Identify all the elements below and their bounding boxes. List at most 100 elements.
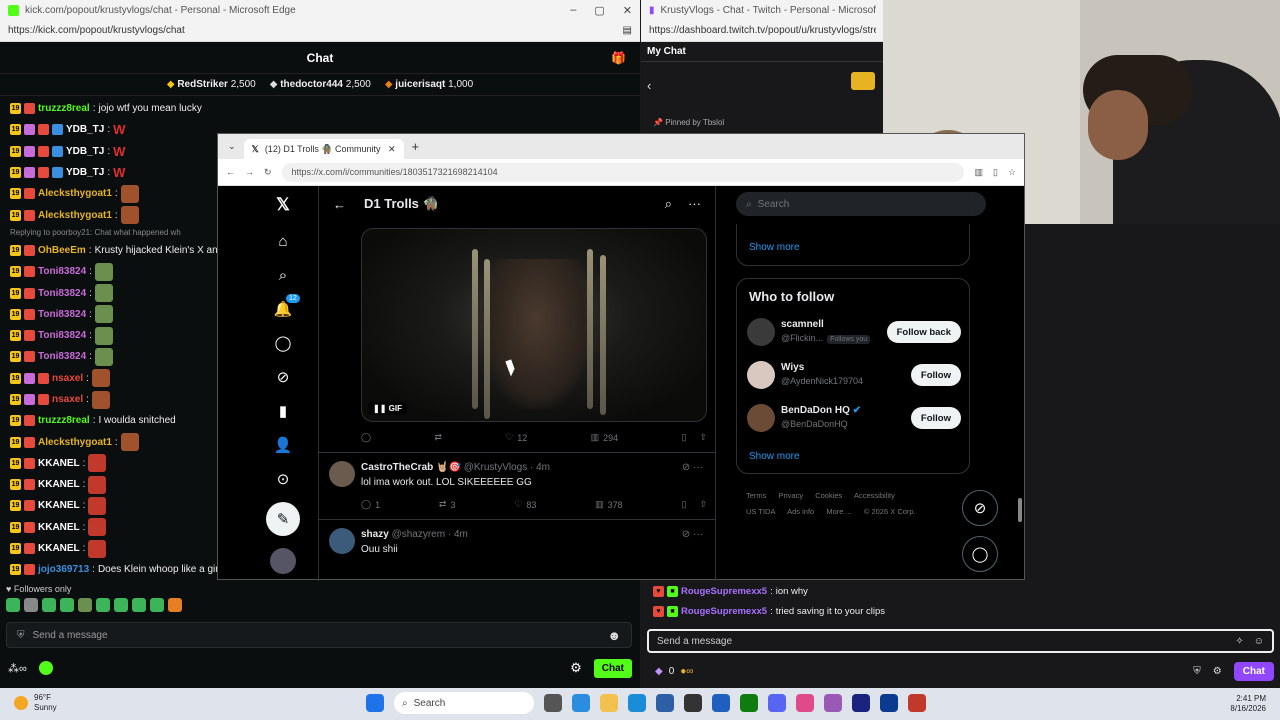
messages-icon[interactable]: ◯ [272, 332, 294, 354]
compose-post-icon[interactable]: ✎ [266, 502, 300, 536]
chat-username[interactable]: KKANEL [38, 479, 80, 490]
split-screen-icon[interactable]: ▯ [993, 167, 998, 178]
task-view-icon[interactable] [544, 694, 562, 712]
chat-username[interactable]: KKANEL [38, 543, 80, 554]
x-search-input[interactable]: ⌕ Search [736, 192, 986, 216]
follow-suggestion[interactable]: BenDaDon HQ ✔ @BenDaDonHQ Follow [747, 403, 961, 433]
kick-address-bar[interactable]: https://kick.com/popout/krustyvlogs/chat… [0, 20, 640, 42]
tweet-avatar[interactable] [329, 528, 355, 554]
views-button[interactable]: ▥ 294 [591, 432, 619, 443]
app-icon[interactable] [908, 694, 926, 712]
tab-close-icon[interactable]: ✕ [388, 144, 396, 155]
back-arrow-icon[interactable]: ← [333, 197, 346, 212]
share-icon[interactable]: ⇧ [699, 432, 707, 443]
chat-username[interactable]: nsaxel [52, 373, 83, 384]
leader-item[interactable]: ◆ thedoctor444 2,500 [270, 79, 371, 90]
emote-icon[interactable] [168, 598, 182, 612]
emote-image[interactable] [91, 369, 110, 388]
footer-link[interactable]: US TIDA [746, 507, 775, 516]
tweet-avatar[interactable] [329, 461, 355, 487]
new-tab-icon[interactable]: + [412, 139, 420, 154]
gif-badge[interactable]: ❚❚ GIF [368, 402, 407, 415]
follow-button[interactable]: Follow [910, 407, 961, 429]
footer-link[interactable]: Accessibility [854, 491, 895, 500]
favorite-star-icon[interactable]: ☆ [1008, 167, 1016, 178]
kick-chat-button[interactable]: Chat [593, 658, 632, 678]
explore-search-icon[interactable]: ⌕ [272, 264, 294, 286]
predictions-icon[interactable]: ●∞ [680, 666, 693, 677]
like-button[interactable]: ♡ 12 [505, 432, 527, 443]
chat-username[interactable]: Toni83824 [38, 351, 86, 362]
twitch-chat-button[interactable]: Chat [1233, 661, 1274, 681]
chat-username[interactable]: YDB_TJ [66, 167, 104, 178]
store-icon[interactable] [656, 694, 674, 712]
follow-suggestion[interactable]: Wiys @AydenNick179704 Follow [747, 360, 961, 390]
tweet[interactable]: shazy @shazyrem · 4m ⊘ ··· Ouu shii [319, 519, 715, 581]
who-to-follow-show-more[interactable]: Show more [749, 451, 800, 462]
weather-widget[interactable]: 96°F Sunny [14, 693, 57, 713]
back-chevron-icon[interactable]: ‹ [647, 78, 651, 93]
emote-icon[interactable] [96, 598, 110, 612]
chat-username[interactable]: truzzz8real [38, 103, 90, 114]
more-options-icon[interactable]: ··· [688, 196, 701, 212]
tweet[interactable]: CastroTheCrab 🤘🏼🎯 @KrustyVlogs · 4m ⊘ ··… [319, 452, 715, 518]
x-scrollbar[interactable] [1018, 498, 1022, 522]
twitch-message-input[interactable]: Send a message ✧ ☺ [647, 629, 1274, 653]
tweet-more-icon[interactable]: ⊘ ··· [682, 462, 703, 473]
tweet-more-icon[interactable]: ⊘ ··· [682, 529, 703, 540]
close-icon[interactable]: ✕ [623, 4, 632, 17]
repost-button[interactable]: ⇄ 3 [439, 499, 456, 510]
suggestion-avatar[interactable] [747, 361, 775, 389]
emote-icon[interactable] [114, 598, 128, 612]
bookmarks-icon[interactable]: ▮ [272, 400, 294, 422]
users-icon[interactable]: ⁂∞ [8, 662, 27, 675]
copilot-icon[interactable] [572, 694, 590, 712]
emote-image[interactable] [88, 454, 107, 473]
emote-image[interactable] [120, 184, 139, 203]
chat-username[interactable]: Alecksthygoat1 [38, 188, 112, 199]
twitch-address-bar[interactable]: https://dashboard.twitch.tv/popout/u/kru… [641, 20, 884, 42]
file-explorer-icon[interactable] [600, 694, 618, 712]
emote-image[interactable] [94, 262, 113, 281]
chat-username[interactable]: KKANEL [38, 522, 80, 533]
refresh-icon[interactable]: ↻ [264, 167, 272, 178]
emote-icon[interactable] [24, 598, 38, 612]
suggestion-avatar[interactable] [747, 318, 775, 346]
emote-bar[interactable] [6, 598, 182, 612]
chat-username[interactable]: KKANEL [38, 500, 80, 511]
emote-image[interactable] [88, 518, 107, 537]
emote-image[interactable] [94, 347, 113, 366]
repost-icon[interactable]: ⇄ [434, 432, 442, 443]
chat-username[interactable]: Toni83824 [38, 266, 86, 277]
chat-username[interactable]: OhBeeEm [38, 245, 86, 256]
edge-browser-icon[interactable] [628, 694, 646, 712]
reply-button[interactable]: ◯ 1 [361, 499, 380, 510]
footer-link[interactable]: Terms [746, 491, 766, 500]
emote-image[interactable] [120, 206, 139, 225]
chat-username[interactable]: jojo369713 [38, 564, 89, 575]
minimize-icon[interactable]: – [570, 4, 576, 17]
discord-icon[interactable] [768, 694, 786, 712]
emote-icon[interactable] [78, 598, 92, 612]
taskbar-search[interactable]: ⌕ Search [394, 692, 534, 714]
emoji-icon[interactable]: ☻ [607, 628, 621, 643]
emote-image[interactable] [88, 496, 107, 515]
leader-item[interactable]: ◆ RedStriker 2,500 [167, 79, 256, 90]
x-tab[interactable]: 𝕏 (12) D1 Trolls 🧌 Community / X ✕ [243, 139, 404, 159]
chat-username[interactable]: nsaxel [52, 394, 83, 405]
follow-back-button[interactable]: Follow back [886, 321, 961, 343]
app-icon[interactable] [824, 694, 842, 712]
emote-image[interactable] [88, 539, 107, 558]
obs-icon[interactable] [684, 694, 702, 712]
app-icon[interactable] [796, 694, 814, 712]
chat-username[interactable]: Toni83824 [38, 309, 86, 320]
suggestion-avatar[interactable] [747, 404, 775, 432]
channel-points-icon[interactable]: ◆ [655, 666, 663, 677]
start-windows-icon[interactable] [366, 694, 384, 712]
chat-username[interactable]: Toni83824 [38, 330, 86, 341]
search-icon[interactable]: ⌕ [665, 196, 672, 212]
kick-message-input[interactable]: ⛨ Send a message ☻ [6, 622, 632, 648]
premiere-icon[interactable] [852, 694, 870, 712]
xbox-icon[interactable] [740, 694, 758, 712]
emote-image[interactable] [94, 326, 113, 345]
